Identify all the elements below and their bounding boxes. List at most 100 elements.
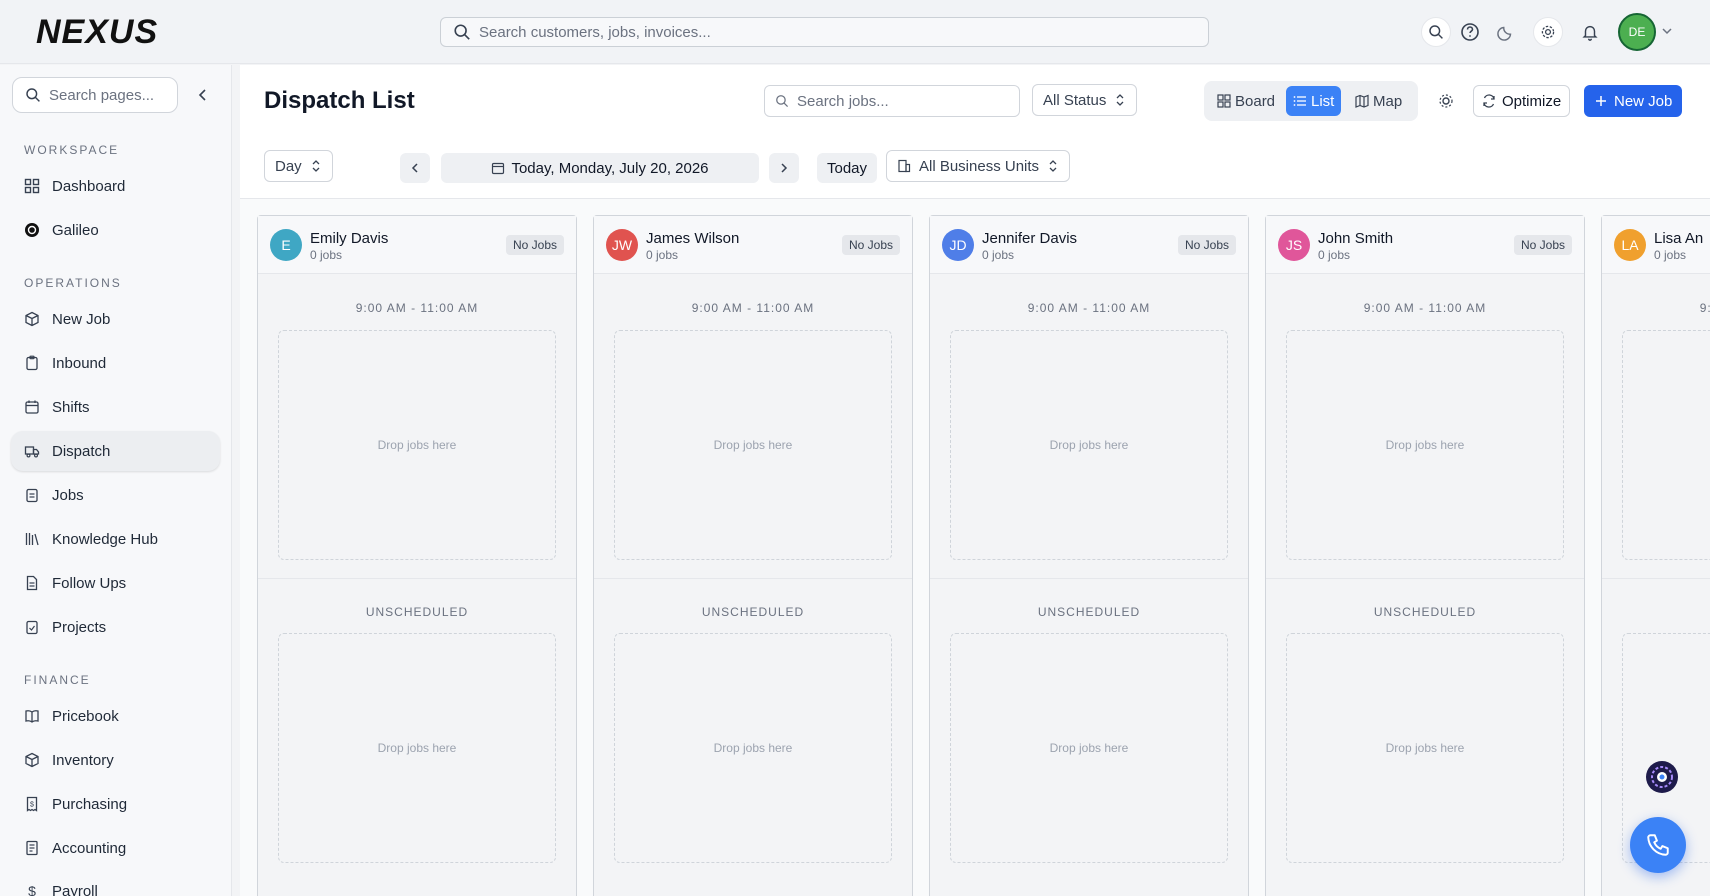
drop-zone[interactable]: Drop jobs here — [950, 330, 1228, 560]
user-avatar[interactable]: DE — [1618, 13, 1656, 51]
technician-name[interactable]: Emily Davis — [310, 230, 388, 247]
clipboard-icon — [26, 355, 38, 371]
search-icon — [454, 24, 470, 40]
slot-divider — [930, 578, 1248, 579]
technician-column: JS John Smith 0 jobs No Jobs 9:00 AM - 1… — [1265, 215, 1585, 896]
status-filter-select[interactable]: All Status — [1032, 84, 1138, 116]
next-day-button[interactable] — [769, 153, 799, 183]
drop-zone[interactable]: Drop jobs here — [1286, 633, 1564, 863]
bell-icon[interactable] — [1575, 17, 1605, 47]
sidebar-item-inventory[interactable]: Inventory — [11, 740, 220, 780]
sidebar-item-payroll[interactable]: $ Payroll — [11, 871, 220, 896]
slot-divider — [594, 578, 912, 579]
gear-icon[interactable] — [1533, 17, 1563, 47]
board-view-button[interactable]: Board — [1210, 86, 1282, 116]
sidebar-item-label: Projects — [52, 618, 107, 636]
optimize-button[interactable]: Optimize — [1473, 85, 1571, 117]
sidebar-item-shifts[interactable]: Shifts — [11, 387, 220, 427]
time-slot-label: 9:00 AM - 11:00 AM — [691, 301, 815, 315]
sidebar-item-follow-ups[interactable]: Follow Ups — [11, 563, 220, 603]
sidebar-item-jobs[interactable]: Jobs — [11, 475, 220, 515]
drop-zone[interactable]: Drop jobs here — [614, 633, 892, 863]
chevron-up-down-icon — [1049, 160, 1057, 172]
drop-zone[interactable]: Drop jobs here — [950, 633, 1228, 863]
time-slot-label: 9:00 AM - 11:00 AM — [1699, 301, 1710, 315]
sidebar-item-dashboard[interactable]: Dashboard — [11, 166, 220, 206]
drop-zone[interactable] — [1622, 330, 1710, 560]
section-title-operations: OPERATIONS — [24, 276, 122, 290]
unscheduled-label: UNSCHEDULED — [1373, 605, 1477, 619]
technician-avatar: JD — [942, 229, 974, 261]
drop-zone[interactable]: Drop jobs here — [278, 633, 556, 863]
business-units-select[interactable]: All Business Units — [886, 150, 1071, 182]
technician-name[interactable]: John Smith — [1318, 230, 1393, 247]
sidebar-item-label: Knowledge Hub — [52, 530, 158, 548]
search-icon[interactable] — [1421, 17, 1451, 47]
help-icon[interactable] — [1455, 17, 1485, 47]
search-icon — [26, 88, 40, 102]
sidebar-item-accounting[interactable]: Accounting — [11, 828, 220, 868]
chevron-up-down-icon — [312, 160, 320, 172]
truck-icon — [24, 446, 40, 458]
optimize-label: Optimize — [1502, 92, 1562, 110]
previous-day-button[interactable] — [400, 153, 430, 183]
status-badge: No Jobs — [1513, 235, 1572, 255]
new-job-button[interactable]: New Job — [1584, 85, 1683, 117]
list-icon — [1293, 96, 1306, 106]
list-view-button[interactable]: List — [1286, 86, 1342, 116]
galileo-assistant-button[interactable] — [1646, 761, 1678, 793]
sidebar-item-projects[interactable]: Projects — [11, 607, 220, 647]
ledger-icon — [26, 840, 38, 856]
top-bar: NEXUS Search customers, jobs, invoices..… — [0, 0, 1710, 64]
technician-job-count: 0 jobs — [646, 248, 679, 262]
sidebar-search-input[interactable]: Search pages... — [12, 77, 178, 113]
sidebar-item-galileo[interactable]: Galileo — [11, 210, 220, 250]
today-button[interactable]: Today — [817, 153, 877, 183]
global-search-input[interactable]: Search customers, jobs, invoices... — [440, 17, 1209, 47]
refresh-icon — [1483, 94, 1495, 108]
board-view-label: Board — [1235, 92, 1276, 110]
drop-zone[interactable]: Drop jobs here — [278, 330, 556, 560]
technician-name[interactable]: Jennifer Davis — [982, 230, 1077, 247]
sidebar-item-pricebook[interactable]: Pricebook — [11, 696, 220, 736]
date-picker-button[interactable]: Today, Monday, July 20, 2026 — [441, 153, 759, 183]
sidebar-item-knowledge-hub[interactable]: Knowledge Hub — [11, 519, 220, 559]
sidebar-item-inbound[interactable]: Inbound — [11, 343, 220, 383]
chevron-right-icon — [781, 163, 788, 173]
sidebar-item-label: Purchasing — [52, 795, 128, 813]
technician-name[interactable]: James Wilson — [646, 230, 739, 247]
moon-icon[interactable] — [1491, 17, 1521, 47]
time-slot-label: 9:00 AM - 11:00 AM — [1027, 301, 1151, 315]
status-badge: No Jobs — [1177, 235, 1236, 255]
chevron-down-icon[interactable] — [1660, 24, 1674, 38]
sidebar-search-placeholder: Search pages... — [49, 86, 155, 104]
sidebar-item-label: Accounting — [52, 839, 127, 857]
sidebar-item-purchasing[interactable]: $ Purchasing — [11, 784, 220, 824]
status-badge: No Jobs — [841, 235, 900, 255]
technician-avatar: E — [270, 229, 302, 261]
job-search-input[interactable]: Search jobs... — [764, 85, 1020, 117]
svg-text:$: $ — [30, 802, 34, 809]
sidebar-item-label: Shifts — [52, 398, 90, 416]
technician-name[interactable]: Lisa An — [1654, 230, 1703, 247]
drop-zone[interactable]: Drop jobs here — [1286, 330, 1564, 560]
sidebar-item-label: Pricebook — [52, 707, 119, 725]
settings-sun-icon[interactable] — [1434, 89, 1458, 113]
status-badge: No Jobs — [505, 235, 564, 255]
range-select-value: Day — [275, 157, 302, 175]
unscheduled-label: UNSCHEDULED — [365, 605, 469, 619]
sidebar-item-label: New Job — [52, 310, 111, 328]
nexus-logo[interactable]: NEXUS — [36, 14, 226, 48]
sidebar-item-label: Jobs — [52, 486, 84, 504]
unscheduled-label: UNSCHEDULED — [701, 605, 805, 619]
sidebar-item-dispatch[interactable]: Dispatch — [11, 431, 220, 471]
collapse-sidebar-icon[interactable] — [194, 86, 212, 104]
sidebar-item-new-job[interactable]: New Job — [11, 299, 220, 339]
range-select[interactable]: Day — [264, 150, 333, 182]
phone-call-button[interactable] — [1630, 817, 1686, 873]
clipboard-check-icon — [26, 620, 38, 635]
drop-zone[interactable]: Drop jobs here — [614, 330, 892, 560]
clipboard-list-icon — [26, 488, 38, 503]
map-view-button[interactable]: Map — [1348, 86, 1409, 116]
technician-header: JW James Wilson 0 jobs No Jobs — [594, 216, 912, 274]
